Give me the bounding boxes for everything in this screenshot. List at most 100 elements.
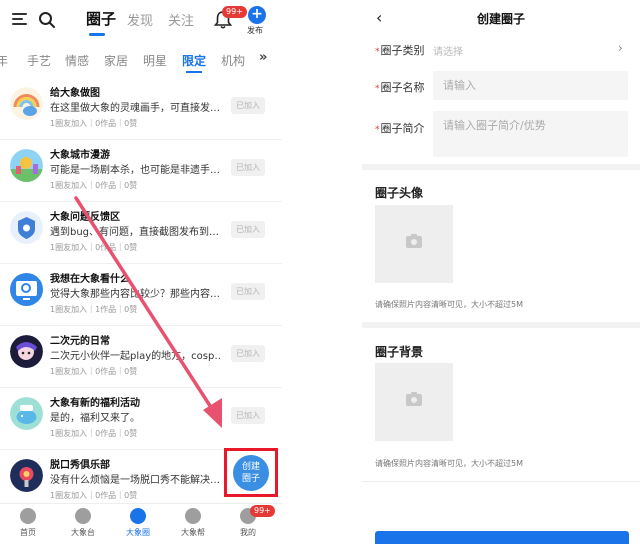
category-label: *圈子类别 xyxy=(375,42,425,58)
nav-elephant-tv[interactable]: 大象台 xyxy=(63,508,103,538)
nav-elephant-help[interactable]: 大象帮 xyxy=(173,508,213,538)
category-tabs: 年 手艺 情感 家居 明星 限定 机构 » xyxy=(0,46,282,74)
section-divider xyxy=(362,322,640,328)
category-tab[interactable]: 家居 xyxy=(104,52,128,69)
category-label-text: 圈子类别 xyxy=(380,44,425,57)
circle-meta: 1圈友加入｜0作品｜0赞 xyxy=(50,429,138,438)
more-categories-icon[interactable]: » xyxy=(259,50,267,65)
category-tab[interactable]: 机构 xyxy=(221,52,245,69)
circle-meta: 1圈友加入｜0作品｜0赞 xyxy=(50,181,138,190)
nav-elephant-circle[interactable]: 大象圈 xyxy=(118,508,158,538)
circle-desc: 觉得大象那些内容比较少？那些内容… xyxy=(50,289,220,300)
bottom-nav: 首页 大象台 大象圈 大象帮 我的 99+ xyxy=(0,503,282,544)
name-label-text: 圈子名称 xyxy=(380,81,425,94)
circle-list-screen: 圈子 发现 关注 99+ + 发布 年 手艺 情感 家居 明星 限定 机构 » xyxy=(0,0,282,544)
circle-title: 大象问题反馈区 xyxy=(50,212,120,223)
section-divider xyxy=(362,164,640,170)
intro-textarea[interactable]: 请输入圈子简介/优势 xyxy=(433,111,628,157)
top-bar: 圈子 发现 关注 99+ + 发布 xyxy=(0,0,282,40)
circle-desc: 可能是一场剧本杀，也可能是非遗手… xyxy=(50,165,220,176)
background-section-title: 圈子背景 xyxy=(375,345,424,359)
anime-avatar-icon xyxy=(10,335,43,368)
list-item[interactable]: 我想在大象看什么 觉得大象那些内容比较少？那些内容… 1圈友加入｜1作品｜0赞 … xyxy=(0,264,282,326)
circle-title: 我想在大象看什么 xyxy=(50,274,130,285)
circle-meta: 1圈友加入｜0作品｜0赞 xyxy=(50,367,138,376)
list-item[interactable]: 大象问题反馈区 遇到bug、有问题，直接截图发布到… 1圈友加入｜0作品｜0赞 … xyxy=(0,202,282,264)
background-upload[interactable] xyxy=(375,363,453,441)
circle-title: 大象有新的福利活动 xyxy=(50,398,140,409)
circle-title: 给大象做图 xyxy=(50,88,100,99)
elephant-avatar-icon xyxy=(10,87,43,120)
paw-icon xyxy=(130,508,146,524)
nav-label: 大象帮 xyxy=(181,528,205,537)
category-tab[interactable]: 明星 xyxy=(143,52,167,69)
circle-meta: 1圈友加入｜0作品｜0赞 xyxy=(50,119,138,128)
list-item[interactable]: 大象城市漫游 可能是一场剧本杀，也可能是非遗手… 1圈友加入｜0作品｜0赞 已加… xyxy=(0,140,282,202)
section-divider xyxy=(362,481,640,482)
tab-discover[interactable]: 发现 xyxy=(127,10,153,29)
camera-icon xyxy=(406,392,422,406)
search-icon[interactable] xyxy=(38,11,56,29)
me-badge: 99+ xyxy=(250,505,275,517)
required-mark: * xyxy=(375,84,380,94)
required-mark: * xyxy=(375,47,380,57)
panel-gap xyxy=(282,0,362,544)
nav-home[interactable]: 首页 xyxy=(8,508,48,538)
tab-circle[interactable]: 圈子 xyxy=(86,8,116,29)
joined-button[interactable]: 已加入 xyxy=(231,97,265,114)
talk-show-avatar-icon xyxy=(10,459,43,492)
circle-desc: 没有什么烦恼是一场脱口秀不能解决… xyxy=(50,475,220,486)
circle-desc: 遇到bug、有问题，直接截图发布到… xyxy=(50,227,220,238)
list-item[interactable]: 给大象做图 在这里做大象的灵魂画手，可直接发… 1圈友加入｜0作品｜0赞 已加入 xyxy=(0,78,282,140)
tab-follow[interactable]: 关注 xyxy=(168,10,194,29)
help-icon xyxy=(185,508,201,524)
city-tour-avatar-icon xyxy=(10,149,43,182)
background-hint: 请确保照片内容清晰可见，大小不超过5M xyxy=(375,459,523,468)
circle-meta: 1圈友加入｜1作品｜0赞 xyxy=(50,305,138,314)
list-item[interactable]: 二次元的日常 二次元小伙伴一起play的地方，cosp… 1圈友加入｜0作品｜0… xyxy=(0,326,282,388)
menu-icon[interactable] xyxy=(12,12,27,26)
category-tab[interactable]: 情感 xyxy=(65,52,89,69)
category-tab-active[interactable]: 限定 xyxy=(182,52,206,69)
circle-title: 二次元的日常 xyxy=(50,336,110,347)
nav-label: 大象圈 xyxy=(126,528,150,537)
tab-underline xyxy=(89,33,105,36)
category-underline xyxy=(186,71,202,73)
nav-label: 大象台 xyxy=(71,528,95,537)
joined-button[interactable]: 已加入 xyxy=(231,283,265,300)
publish-label: 发布 xyxy=(247,26,263,35)
welfare-avatar-icon xyxy=(10,397,43,430)
list-item[interactable]: 大象有新的福利活动 是的，福利又来了。 1圈友加入｜0作品｜0赞 已加入 xyxy=(0,388,282,450)
joined-button[interactable]: 已加入 xyxy=(231,159,265,176)
page-title: 创建圈子 xyxy=(476,12,525,26)
intro-label: *圈子简介 xyxy=(375,120,425,136)
nav-label: 首页 xyxy=(20,528,36,537)
avatar-hint: 请确保照片内容清晰可见，大小不超过5M xyxy=(375,300,523,309)
circle-meta: 1圈友加入｜0作品｜0赞 xyxy=(50,491,138,500)
category-select[interactable]: 请选择 xyxy=(433,43,463,58)
feedback-avatar-icon xyxy=(10,211,43,244)
circle-desc: 是的，福利又来了。 xyxy=(50,413,140,424)
category-tab[interactable]: 手艺 xyxy=(27,52,51,69)
submit-button[interactable] xyxy=(375,531,629,544)
create-circle-screen: ‹ 创建圈子 *圈子类别 请选择 › *圈子名称 请输入 *圈子简介 请输入圈子… xyxy=(362,0,640,544)
joined-button[interactable]: 已加入 xyxy=(231,221,265,238)
joined-button[interactable]: 已加入 xyxy=(231,407,265,424)
circle-desc: 在这里做大象的灵魂画手，可直接发… xyxy=(50,103,220,114)
avatar-section-title: 圈子头像 xyxy=(375,186,424,200)
circle-title: 脱口秀俱乐部 xyxy=(50,460,110,471)
tv-icon xyxy=(75,508,91,524)
name-input[interactable]: 请输入 xyxy=(433,71,628,100)
publish-button[interactable]: + xyxy=(248,6,266,24)
avatar-upload[interactable] xyxy=(375,205,453,283)
category-tab[interactable]: 年 xyxy=(0,52,8,69)
home-icon xyxy=(20,508,36,524)
screen-avatar-icon xyxy=(10,273,43,306)
joined-button[interactable]: 已加入 xyxy=(231,345,265,362)
highlight-box xyxy=(224,448,278,497)
circle-meta: 1圈友加入｜0作品｜0赞 xyxy=(50,243,138,252)
circle-desc: 二次元小伙伴一起play的地方，cosp… xyxy=(50,351,222,362)
chevron-right-icon[interactable]: › xyxy=(618,41,623,55)
camera-icon xyxy=(406,234,422,248)
notification-badge: 99+ xyxy=(222,6,247,18)
